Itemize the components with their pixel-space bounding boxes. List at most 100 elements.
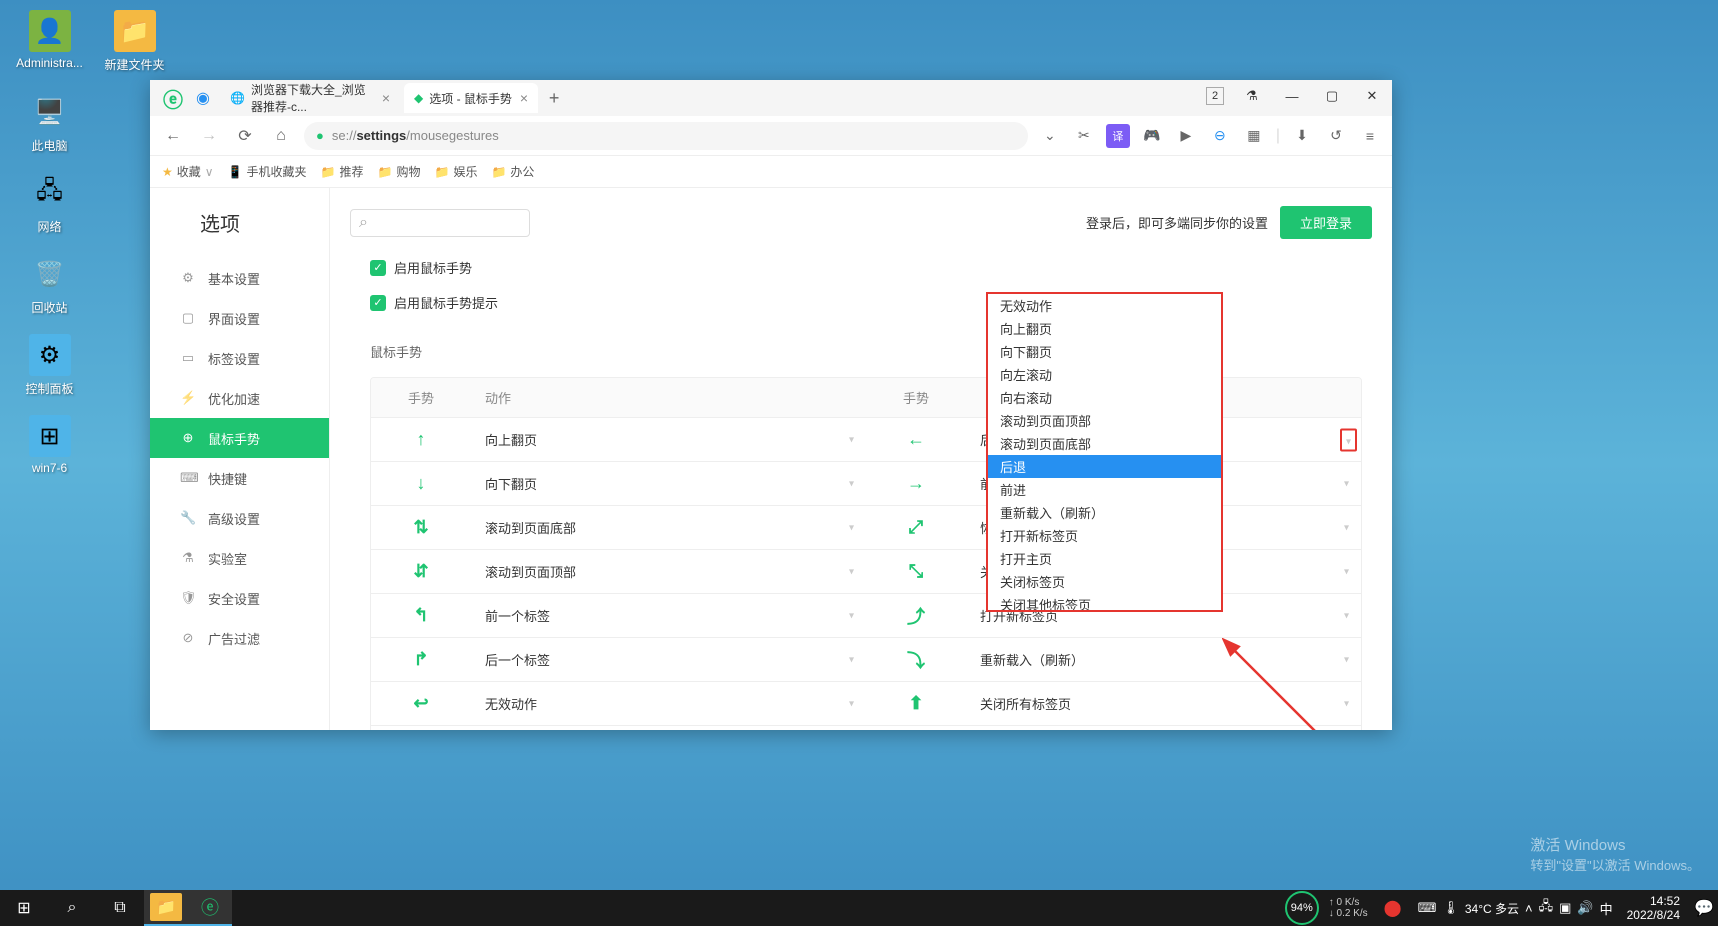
sidebar-item-security[interactable]: 🛡安全设置 xyxy=(150,578,329,618)
dropdown-item[interactable]: 关闭标签页 xyxy=(988,570,1221,593)
search-button[interactable]: ⌕ xyxy=(48,890,96,926)
login-button[interactable]: 立即登录 xyxy=(1280,206,1372,239)
home-button[interactable]: ⌂ xyxy=(268,123,294,149)
dropdown-item[interactable]: 前进 xyxy=(988,478,1221,501)
desktop-icon-admin[interactable]: 👤 Administra... xyxy=(12,10,87,73)
close-icon[interactable]: × xyxy=(520,90,528,106)
chevron-down-icon[interactable]: ▾ xyxy=(1344,610,1349,621)
dropdown-item[interactable]: 向上翻页 xyxy=(988,317,1221,340)
compass-icon[interactable]: ◉ xyxy=(188,83,218,113)
reload-button[interactable]: ⟳ xyxy=(232,123,258,149)
action-select[interactable]: 重新载入（刷新）▾ xyxy=(966,650,1361,669)
notification-icon[interactable]: 💬 xyxy=(1694,898,1714,918)
browser-logo[interactable]: ⓔ xyxy=(158,83,188,113)
action-select[interactable]: 滚动到页面顶部▾ xyxy=(471,562,866,581)
desktop-icon-win7[interactable]: ⊞ win7-6 xyxy=(12,415,87,475)
chevron-down-icon[interactable]: ▾ xyxy=(1344,478,1349,489)
action-select[interactable]: 向下翻页▾ xyxy=(471,474,866,493)
cpu-gauge[interactable]: 94% xyxy=(1285,891,1319,925)
sidebar-item-basic[interactable]: ⚙基本设置 xyxy=(150,258,329,298)
tray-chevron-icon[interactable]: ˄ xyxy=(1525,901,1533,916)
sidebar-item-tabs[interactable]: ▭标签设置 xyxy=(150,338,329,378)
chevron-down-icon[interactable]: ▾ xyxy=(1344,698,1349,709)
new-tab-button[interactable]: + xyxy=(540,88,568,109)
history-icon[interactable]: ↺ xyxy=(1324,124,1348,148)
start-button[interactable]: ⊞ xyxy=(0,890,48,926)
tab-1[interactable]: 🌐 浏览器下载大全_浏览器推荐-c... × xyxy=(220,83,400,113)
filter-icon[interactable]: ⚗ xyxy=(1232,80,1272,112)
menu-icon[interactable]: ≡ xyxy=(1358,124,1382,148)
translate-icon[interactable]: 译 xyxy=(1106,124,1130,148)
tab-2-active[interactable]: ◆ 选项 - 鼠标手势 × xyxy=(404,83,538,113)
enable-gestures-checkbox[interactable]: ✓ 启用鼠标手势 xyxy=(370,258,1362,277)
dropdown-item[interactable]: 打开新标签页 xyxy=(988,524,1221,547)
chevron-down-icon[interactable]: ▾ xyxy=(1344,654,1349,665)
video-icon[interactable]: ▶ xyxy=(1174,124,1198,148)
dropdown-item[interactable]: 打开主页 xyxy=(988,547,1221,570)
desktop-icon-controlpanel[interactable]: ⚙ 控制面板 xyxy=(12,334,87,397)
bookmark-recommend[interactable]: 📁推荐 xyxy=(321,163,364,180)
lang-icon[interactable]: 中 xyxy=(1600,899,1613,918)
chevron-down-icon[interactable]: ⌄ xyxy=(1038,124,1062,148)
url-input[interactable]: ● se://settings/mousegestures xyxy=(304,122,1028,150)
dropdown-item[interactable]: 滚动到页面顶部 xyxy=(988,409,1221,432)
chevron-down-icon[interactable]: ▾ xyxy=(1344,522,1349,533)
bookmark-mobile[interactable]: 📱手机收藏夹 xyxy=(228,163,307,180)
search-input[interactable]: ⌕ xyxy=(350,209,530,237)
minus-circle-icon[interactable]: ⊖ xyxy=(1208,124,1232,148)
action-dropdown[interactable]: 无效动作向上翻页向下翻页向左滚动向右滚动滚动到页面顶部滚动到页面底部后退前进重新… xyxy=(986,292,1223,612)
dropdown-item[interactable]: 关闭其他标签页 xyxy=(988,593,1221,612)
action-select[interactable]: 滚动到页面底部▾ xyxy=(471,518,866,537)
desktop-icon-network[interactable]: 🖧 网络 xyxy=(12,172,87,235)
network-tray-icon[interactable]: 🖧 xyxy=(1539,897,1554,919)
dropdown-item[interactable]: 滚动到页面底部 xyxy=(988,432,1221,455)
dropdown-item[interactable]: 无效动作 xyxy=(988,294,1221,317)
ime-icon[interactable]: ⌨ xyxy=(1418,900,1437,916)
download-icon[interactable]: ⬇ xyxy=(1290,124,1314,148)
clock[interactable]: 14:52 2022/8/24 xyxy=(1619,894,1688,922)
weather-icon[interactable]: 🌡 xyxy=(1442,900,1459,916)
bookmark-office[interactable]: 📁办公 xyxy=(491,163,534,180)
close-icon[interactable]: × xyxy=(382,90,390,106)
taskview-button[interactable]: ⧉ xyxy=(96,890,144,926)
tray-app-icon[interactable]: ⬤ xyxy=(1384,898,1402,918)
sidebar-item-advanced[interactable]: 🔧高级设置 xyxy=(150,498,329,538)
maximize-button[interactable]: ▢ xyxy=(1312,80,1352,112)
forward-button[interactable]: → xyxy=(196,123,222,149)
desktop-icon-newfolder[interactable]: 📁 新建文件夹 xyxy=(97,10,172,73)
dropdown-item[interactable]: 重新载入（刷新） xyxy=(988,501,1221,524)
grid-icon[interactable]: ▦ xyxy=(1242,124,1266,148)
minimize-button[interactable]: — xyxy=(1272,80,1312,112)
dropdown-item[interactable]: 后退 xyxy=(988,455,1221,478)
dropdown-item[interactable]: 向下翻页 xyxy=(988,340,1221,363)
volume-icon[interactable]: 🔊 xyxy=(1577,900,1593,916)
dropdown-item[interactable]: 向右滚动 xyxy=(988,386,1221,409)
taskbar-browser[interactable]: ⓔ xyxy=(188,890,232,926)
taskbar-file-explorer[interactable]: 📁 xyxy=(144,890,188,926)
highlighted-dropdown-trigger[interactable]: ▾ xyxy=(1340,428,1357,451)
dropdown-item[interactable]: 向左滚动 xyxy=(988,363,1221,386)
scissors-icon[interactable]: ✂ xyxy=(1072,124,1096,148)
input-tray-icon[interactable]: ▣ xyxy=(1559,900,1571,916)
sidebar-item-shortcuts[interactable]: ⌨快捷键 xyxy=(150,458,329,498)
sidebar-item-optimize[interactable]: ⚡优化加速 xyxy=(150,378,329,418)
back-button[interactable]: ← xyxy=(160,123,186,149)
desktop-icon-recycle[interactable]: 🗑️ 回收站 xyxy=(12,253,87,316)
action-select[interactable]: 向上翻页▾ xyxy=(471,430,866,449)
favorites-button[interactable]: ★收藏 ∨ xyxy=(162,163,214,180)
action-select[interactable]: 后一个标签▾ xyxy=(471,650,866,669)
sidebar-item-lab[interactable]: ⚗实验室 xyxy=(150,538,329,578)
sidebar-item-ui[interactable]: ▢界面设置 xyxy=(150,298,329,338)
action-select[interactable]: 关闭所有标签页▾ xyxy=(966,694,1361,713)
desktop-icon-thispc[interactable]: 🖥️ 此电脑 xyxy=(12,91,87,154)
close-button[interactable]: ✕ xyxy=(1352,80,1392,112)
sidebar-item-adblock[interactable]: ⊘广告过滤 xyxy=(150,618,329,658)
action-select[interactable]: 无效动作▾ xyxy=(471,694,866,713)
window-badge[interactable]: 2 xyxy=(1206,87,1224,105)
sidebar-item-mousegestures[interactable]: ⊕鼠标手势 xyxy=(150,418,329,458)
game-icon[interactable]: 🎮 xyxy=(1140,124,1164,148)
chevron-down-icon[interactable]: ▾ xyxy=(1344,566,1349,577)
action-select[interactable]: 前一个标签▾ xyxy=(471,606,866,625)
bookmark-entertainment[interactable]: 📁娱乐 xyxy=(434,163,477,180)
bookmark-shopping[interactable]: 📁购物 xyxy=(378,163,421,180)
